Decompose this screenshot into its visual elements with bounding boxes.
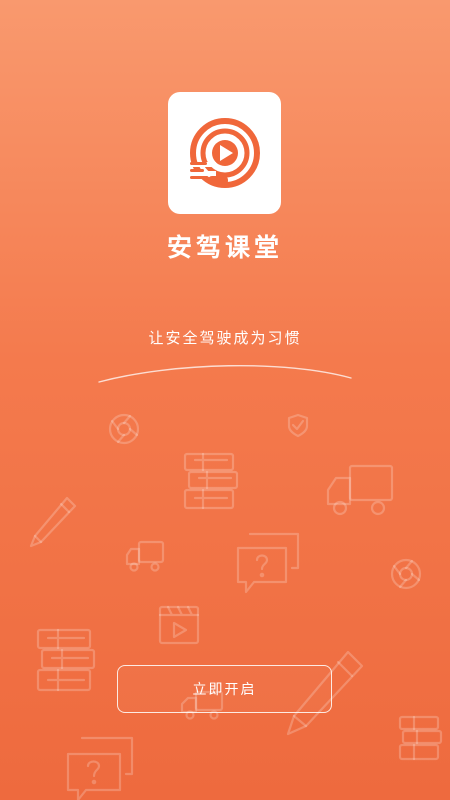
books-icon — [183, 452, 239, 510]
truck-icon — [125, 540, 165, 572]
app-logo — [168, 92, 281, 214]
pencil-icon — [29, 496, 77, 548]
question-chat-icon — [66, 736, 134, 800]
splash-screen: 安驾课堂 让安全驾驶成为习惯 立即开启 — [0, 0, 450, 800]
aperture-icon — [108, 413, 140, 445]
slogan: 让安全驾驶成为习惯 — [148, 329, 302, 347]
truck-icon — [326, 464, 394, 516]
shield-icon — [287, 413, 309, 438]
books-icon — [398, 715, 443, 761]
books-icon — [36, 628, 96, 692]
video-icon — [158, 605, 200, 645]
play-circle-motion-icon — [190, 118, 260, 188]
aperture-icon — [390, 558, 422, 590]
start-button[interactable]: 立即开启 — [117, 665, 332, 713]
decorative-swoosh — [98, 364, 352, 383]
app-name: 安驾课堂 — [166, 233, 283, 262]
question-chat-icon — [236, 532, 300, 594]
